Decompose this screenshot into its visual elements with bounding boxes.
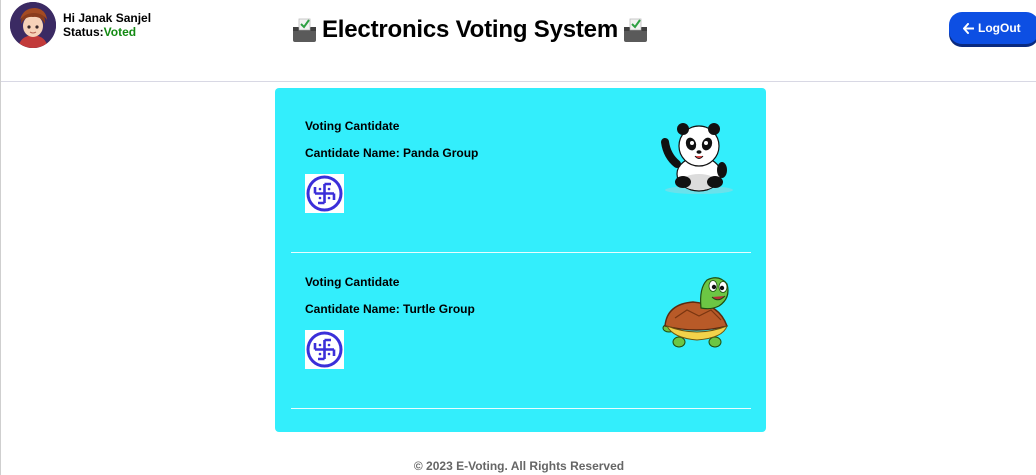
app-title: Electronics Voting System [291, 15, 649, 45]
candidate-card: Voting Cantidate Cantidate Name: Panda G… [275, 88, 766, 432]
candidate-name-label: Cantidate Name: [305, 146, 400, 160]
candidate-name-value: Panda Group [403, 146, 479, 160]
status-value: Voted [103, 25, 137, 39]
logout-label: LogOut [978, 21, 1021, 35]
panda-mascot [657, 116, 737, 196]
panda-icon [661, 123, 733, 194]
ballot-box-icon [623, 18, 647, 42]
party-symbol [305, 330, 344, 369]
header: Hi Janak Sanjel Status:Voted Electronics… [1, 0, 1036, 82]
status-label: Status: [63, 25, 104, 39]
candidate-heading: Voting Cantidate [305, 119, 400, 133]
candidate-name: Cantidate Name: Panda Group [305, 146, 478, 160]
turtle-icon [662, 277, 729, 348]
vote-status: Status:Voted [63, 25, 151, 39]
turtle-mascot [657, 272, 737, 352]
user-avatar [10, 2, 56, 48]
divider [291, 408, 751, 409]
candidate-turtle: Voting Cantidate Cantidate Name: Turtle … [275, 244, 766, 400]
user-greeting: Hi Janak Sanjel [63, 11, 152, 25]
candidate-name-value: Turtle Group [403, 302, 475, 316]
footer-copyright: © 2023 E-Voting. All Rights Reserved [413, 459, 625, 473]
ballot-box-icon [293, 18, 316, 42]
page-title: Electronics Voting System [322, 16, 618, 43]
swastika-symbol-icon [306, 331, 343, 368]
candidate-name: Cantidate Name: Turtle Group [305, 302, 475, 316]
arrow-left-icon [963, 22, 974, 34]
candidate-panda: Voting Cantidate Cantidate Name: Panda G… [275, 88, 766, 244]
user-info: Hi Janak Sanjel Status:Voted [63, 11, 151, 39]
party-symbol [305, 174, 344, 213]
candidate-heading: Voting Cantidate [305, 275, 400, 289]
swastika-symbol-icon [306, 175, 343, 212]
logout-button[interactable]: LogOut [949, 12, 1036, 44]
candidate-name-label: Cantidate Name: [305, 302, 400, 316]
